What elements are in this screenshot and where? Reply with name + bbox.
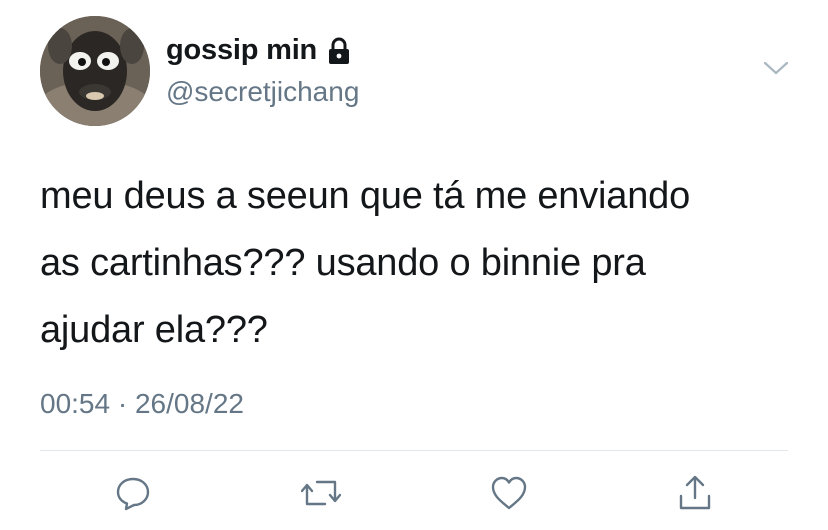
lock-icon — [329, 37, 350, 64]
user-handle[interactable]: @secretjichang — [166, 76, 359, 108]
tweet-text: meu deus a seeun que tá me enviando as c… — [40, 163, 810, 364]
reply-button[interactable] — [110, 470, 156, 516]
tweet-text-line: meu deus a seeun que tá me enviando — [40, 175, 691, 217]
author-name-row[interactable]: gossip min — [166, 34, 351, 67]
like-icon — [491, 476, 527, 510]
divider — [40, 450, 788, 451]
avatar[interactable] — [40, 16, 150, 126]
chevron-down-icon[interactable] — [762, 58, 790, 78]
sheep-face-avatar-icon — [40, 16, 150, 126]
tweet-time: 00:54 — [40, 388, 111, 419]
retweet-icon — [301, 480, 341, 506]
tweet-timestamp[interactable]: 00:54 · 26/08/22 — [40, 388, 244, 420]
tweet-date: 26/08/22 — [134, 388, 244, 419]
tweet-text-line: as cartinhas??? usando o binnie pra — [40, 242, 646, 284]
share-icon — [679, 475, 711, 510]
meta-separator: · — [117, 388, 128, 419]
reply-icon — [116, 477, 150, 511]
tweet-text-line: ajudar ela??? — [40, 309, 268, 351]
like-button[interactable] — [486, 470, 532, 516]
retweet-button[interactable] — [298, 470, 344, 516]
display-name[interactable]: gossip min — [166, 34, 317, 67]
share-button[interactable] — [672, 470, 718, 516]
